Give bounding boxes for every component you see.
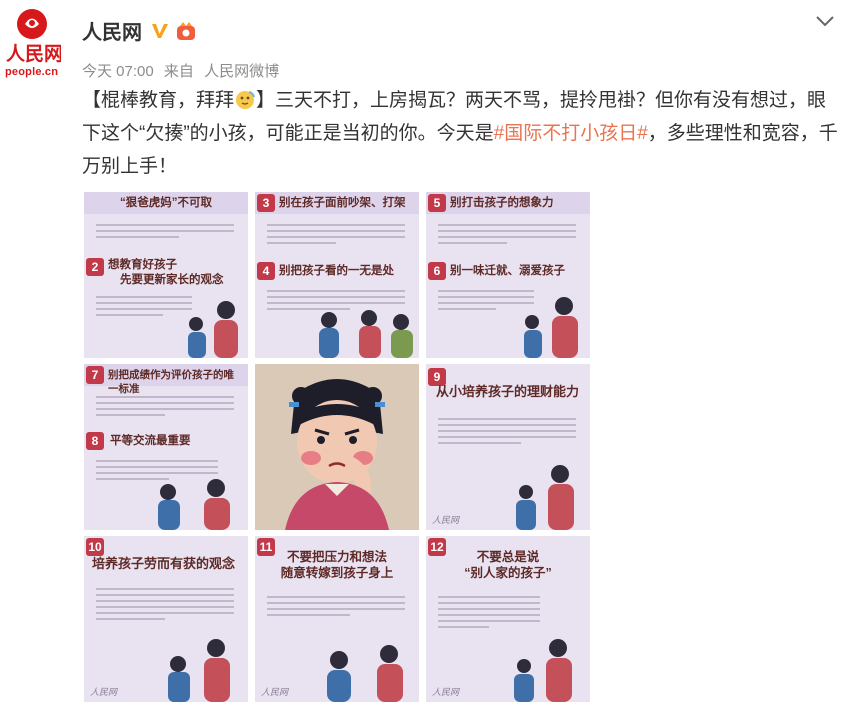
image-thumb-9[interactable]: 12 不要总是说 “别人家的孩子” 人民网 xyxy=(426,536,590,702)
image-7-num: 10 xyxy=(86,538,104,556)
image-8-title2: 随意转嫁到孩子身上 xyxy=(280,566,394,580)
post-text-part1: 【棍棒教育，拜拜 xyxy=(82,90,235,111)
family-illustration-icon xyxy=(158,479,230,530)
image-2-title: 别在孩子面前吵架、打架 xyxy=(279,197,406,209)
watermark: 人民网 xyxy=(432,687,460,697)
account-avatar[interactable]: 人民网 people.cn xyxy=(3,4,61,78)
mother-child-illustration-icon xyxy=(188,301,238,358)
image-1-title2: 想教育好孩子 xyxy=(108,259,177,271)
image-thumb-8[interactable]: 11 不要把压力和想法 随意转嫁到孩子身上 人民网 xyxy=(255,536,419,702)
member-crown-icon[interactable] xyxy=(174,20,198,42)
post-source[interactable]: 人民网微博 xyxy=(204,63,279,80)
chevron-down-icon[interactable] xyxy=(815,14,835,28)
image-2-num2: 4 xyxy=(257,262,275,280)
post-time[interactable]: 今天 07:00 xyxy=(82,63,154,80)
image-thumb-6[interactable]: 9 从小培养孩子的理财能力 人民网 xyxy=(426,364,590,530)
bye-emoji-icon xyxy=(236,91,255,109)
image-3-title2: 别一味迁就、溺爱孩子 xyxy=(450,265,565,277)
image-3-title: 别打击孩子的想象力 xyxy=(450,197,554,209)
post-header: 人民网 xyxy=(82,16,198,45)
image-4-num: 7 xyxy=(86,366,104,384)
mother-child-illustration-icon xyxy=(516,465,574,530)
watermark: 人民网 xyxy=(261,687,289,697)
post-text: 【棍棒教育，拜拜 】三天不打，上房揭瓦？两天不骂，提拎甩褂？但你有没有想过，眼下… xyxy=(82,84,842,183)
image-4-num2: 8 xyxy=(86,432,104,450)
image-thumb-2[interactable]: 3 别在孩子面前吵架、打架 4 别把孩子看的一无是处 xyxy=(255,192,419,358)
image-7-title: 培养孩子劳而有获的观念 xyxy=(92,556,236,571)
parents-child-illustration-icon xyxy=(319,310,413,358)
angry-girl-illustration-icon xyxy=(255,364,419,530)
image-3-num: 5 xyxy=(428,194,446,212)
source-prefix: 来自 xyxy=(163,63,194,80)
image-thumb-4[interactable]: 7 别把成绩作为评价孩子的唯一标准 8 平等交流最重要 xyxy=(84,364,248,530)
image-thumb-1[interactable]: “狠爸虎妈”不可取 2 想教育好孩子 先要更新家长的观念 xyxy=(84,192,248,358)
image-9-title2: “别人家的孩子” xyxy=(464,566,552,580)
image-1-title: “狠爸虎妈”不可取 xyxy=(120,197,212,209)
verified-v-icon xyxy=(152,23,168,38)
image-6-title: 从小培养孩子的理财能力 xyxy=(436,384,580,399)
image-thumb-7[interactable]: 10 培养孩子劳而有获的观念 人民网 xyxy=(84,536,248,702)
image-1-title3: 先要更新家长的观念 xyxy=(120,274,224,286)
logo-wordmark: 人民网 xyxy=(6,43,61,65)
people-daily-logo-icon: 人民网 xyxy=(6,9,61,65)
watermark: 人民网 xyxy=(90,687,118,697)
image-thumb-3[interactable]: 5 别打击孩子的想象力 6 别一味迁就、溺爱孩子 xyxy=(426,192,590,358)
image-2-title2: 别把孩子看的一无是处 xyxy=(279,265,394,277)
post-meta: 今天 07:00 来自 人民网微博 xyxy=(82,60,285,81)
account-name[interactable]: 人民网 xyxy=(82,16,142,45)
watermark: 人民网 xyxy=(432,515,460,525)
mother-child-illustration-icon xyxy=(524,297,578,358)
image-4-title2: 平等交流最重要 xyxy=(110,435,191,447)
mother-child-illustration-icon xyxy=(168,639,230,702)
mother-child-illustration-icon xyxy=(514,639,572,702)
image-8-title: 不要把压力和想法 xyxy=(286,550,387,564)
hashtag-link[interactable]: #国际不打小孩日# xyxy=(494,123,648,144)
image-9-title: 不要总是说 xyxy=(476,550,540,564)
image-thumb-5-girl[interactable] xyxy=(255,364,419,530)
mother-child-illustration-icon xyxy=(327,645,403,702)
image-1-num: 2 xyxy=(86,258,104,276)
image-grid: “狠爸虎妈”不可取 2 想教育好孩子 先要更新家长的观念 3 别在孩子面前吵架、… xyxy=(84,192,590,702)
logo-sub: people.cn xyxy=(5,66,59,78)
image-2-num: 3 xyxy=(257,194,275,212)
image-3-num2: 6 xyxy=(428,262,446,280)
